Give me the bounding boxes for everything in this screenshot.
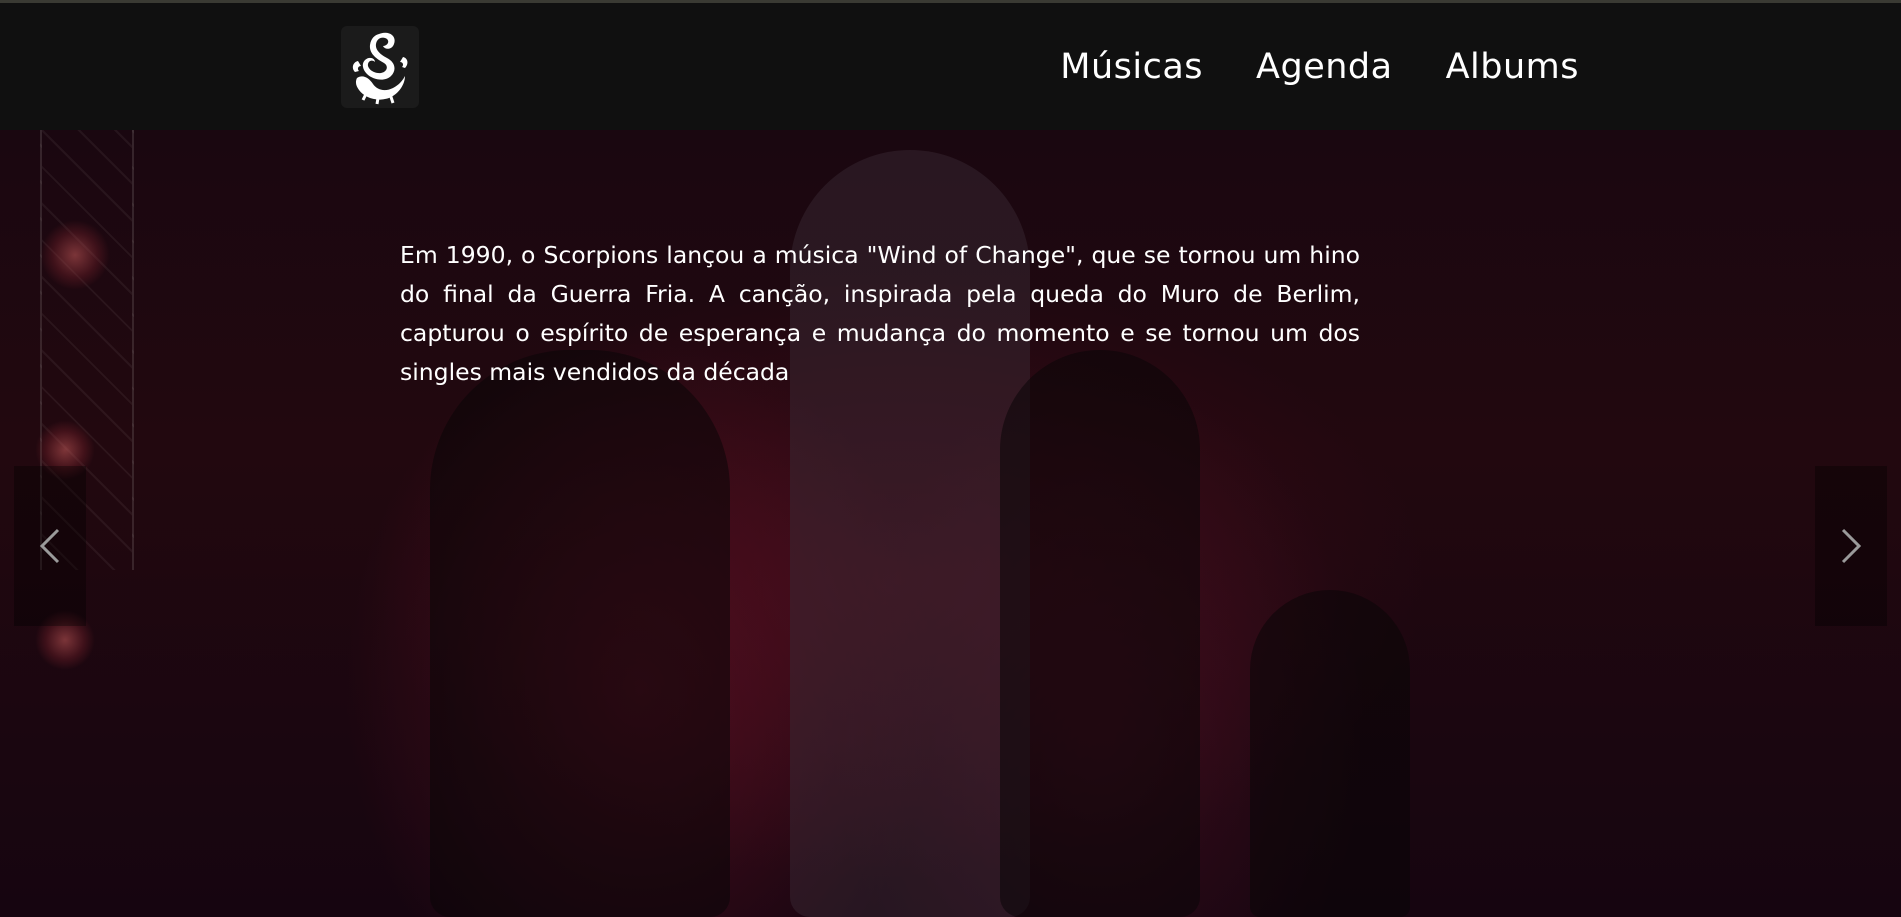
nav-link-musicas[interactable]: Músicas	[1060, 40, 1203, 94]
top-border	[0, 0, 1901, 3]
chevron-left-icon	[39, 528, 60, 564]
scorpion-logo-icon[interactable]	[341, 26, 419, 108]
hero-caption: Em 1990, o Scorpions lançou a música "Wi…	[400, 241, 1360, 386]
nav-link-albums[interactable]: Albums	[1446, 40, 1579, 94]
chevron-right-icon	[1841, 528, 1862, 564]
band-member-figure	[1000, 350, 1200, 917]
page: Músicas Agenda Albums Em 1990, o Scorpio…	[0, 0, 1901, 917]
stage-light	[40, 220, 110, 290]
band-member-figure	[430, 350, 730, 917]
navbar: Músicas Agenda Albums	[0, 0, 1901, 130]
main-nav: Músicas Agenda Albums	[1060, 40, 1579, 94]
band-member-figure	[1250, 590, 1410, 917]
carousel-next-button[interactable]	[1815, 466, 1887, 626]
scorpion-logo-svg	[352, 32, 408, 105]
carousel-prev-button[interactable]	[14, 466, 86, 626]
nav-link-agenda[interactable]: Agenda	[1256, 40, 1393, 94]
